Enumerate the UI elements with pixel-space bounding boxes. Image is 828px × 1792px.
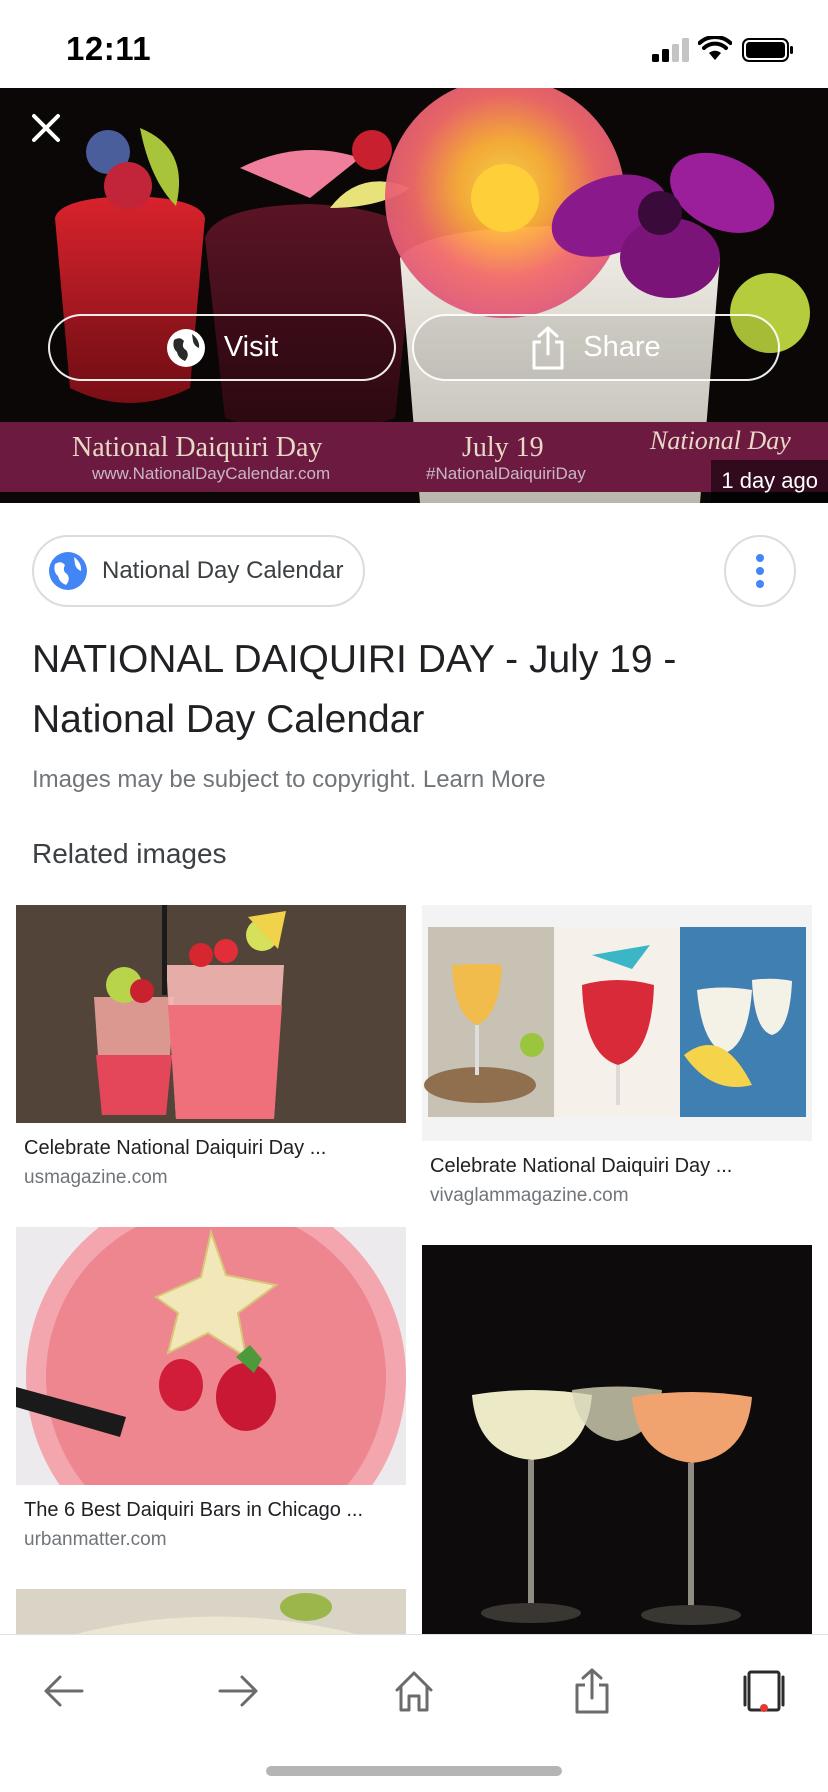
visit-label: Visit xyxy=(223,331,279,363)
battery-icon xyxy=(742,38,793,62)
related-image-card[interactable]: The 6 Best Daiquiri Bars in Chicago ... … xyxy=(16,1227,406,1550)
related-image-card[interactable] xyxy=(422,1245,812,1634)
wifi-icon xyxy=(698,36,732,60)
image-banner: National Daiquiri Day www.NationalDayCal… xyxy=(0,422,828,492)
banner-title: National Daiquiri Day xyxy=(72,432,323,463)
card-domain: usmagazine.com xyxy=(24,1167,168,1188)
related-image-card[interactable]: Celebrate National Daiquiri Day ... usma… xyxy=(16,905,406,1195)
cocktail-coupes-thumbnail xyxy=(422,1245,812,1634)
related-image-card[interactable] xyxy=(16,1589,406,1634)
share-button[interactable]: Share xyxy=(412,314,780,381)
time-ago-badge: 1 day ago xyxy=(711,460,828,502)
partial-drink-thumbnail xyxy=(16,1589,406,1634)
globe-icon xyxy=(166,328,205,367)
share-label: Share xyxy=(583,331,661,363)
home-icon xyxy=(395,1671,433,1712)
banner-url: www.NationalDayCalendar.com xyxy=(92,464,331,483)
back-button[interactable] xyxy=(34,1661,94,1721)
status-time: 12:11 xyxy=(66,30,152,67)
related-image-card[interactable]: Celebrate National Daiquiri Day ... viva… xyxy=(422,905,812,1210)
visit-button[interactable]: Visit xyxy=(48,314,396,381)
notification-dot xyxy=(760,1704,768,1712)
hero-image[interactable]: Visit Share National Daiquiri Day www.Na… xyxy=(0,88,828,503)
strawberry-slush-thumbnail xyxy=(16,1227,406,1485)
share-toolbar-button[interactable] xyxy=(562,1661,622,1721)
card-domain: urbanmatter.com xyxy=(24,1529,167,1550)
card-domain: vivaglammagazine.com xyxy=(430,1185,629,1206)
forward-icon xyxy=(218,1675,258,1707)
more-vert-icon xyxy=(756,554,764,588)
card-title: Celebrate National Daiquiri Day ... xyxy=(24,1137,327,1159)
copyright-text: Images may be subject to copyright. xyxy=(32,766,417,793)
share-icon xyxy=(532,326,564,369)
banner-hashtag: #NationalDaiquiriDay xyxy=(426,464,586,483)
page-title[interactable]: NATIONAL DAIQUIRI DAY - July 19 - Nation… xyxy=(32,630,792,750)
banner-logo: National Day xyxy=(650,426,791,455)
banner-date: July 19 xyxy=(462,432,544,463)
learn-more-link[interactable]: Learn More xyxy=(423,766,546,793)
back-icon xyxy=(44,1675,84,1707)
status-bar: 12:11 xyxy=(0,0,828,88)
share-icon xyxy=(575,1668,609,1714)
daiquiri-collage-thumbnail xyxy=(422,905,812,1141)
card-title: The 6 Best Daiquiri Bars in Chicago ... xyxy=(24,1499,364,1521)
copyright-notice: Images may be subject to copyright. Lear… xyxy=(32,766,546,794)
close-icon[interactable] xyxy=(26,108,66,148)
source-chip[interactable]: National Day Calendar xyxy=(32,535,366,607)
more-options-button[interactable] xyxy=(724,535,796,607)
cellular-signal-icon xyxy=(652,38,689,62)
related-images-heading: Related images xyxy=(32,838,227,869)
strawberry-daiquiri-thumbnail xyxy=(16,905,406,1123)
card-title: Celebrate National Daiquiri Day ... xyxy=(430,1155,733,1177)
source-name: National Day Calendar xyxy=(102,557,344,584)
forward-button[interactable] xyxy=(208,1661,268,1721)
home-indicator[interactable] xyxy=(266,1766,562,1776)
home-button[interactable] xyxy=(384,1661,444,1721)
globe-icon xyxy=(49,552,87,590)
